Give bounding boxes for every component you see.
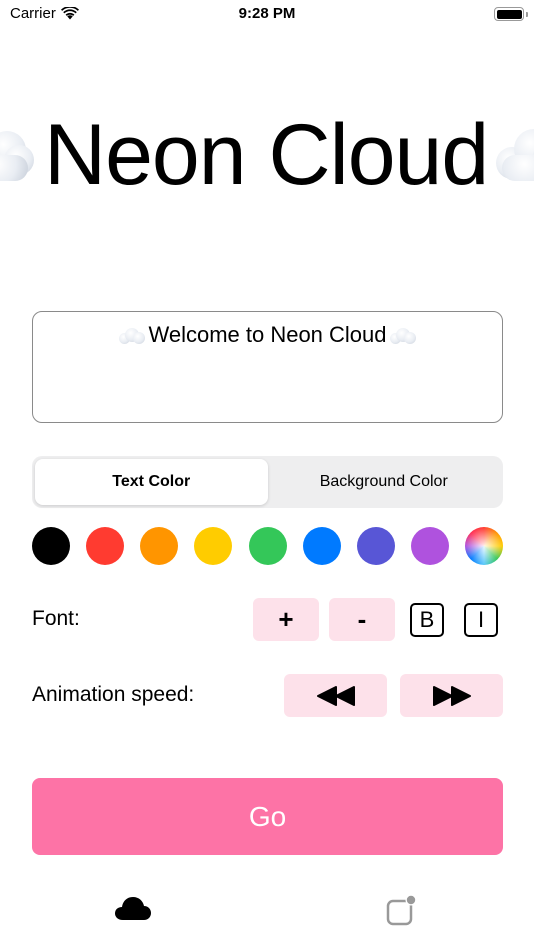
status-time: 9:28 PM (238, 5, 296, 22)
font-label: Font: (32, 607, 80, 630)
marquee-preview: Neon Cloud (0, 105, 534, 205)
italic-icon: I (477, 607, 485, 632)
minus-icon: - (357, 604, 367, 634)
marquee-text: Neon Cloud (44, 107, 489, 203)
segment-background-color[interactable]: Background Color (268, 459, 501, 505)
italic-button[interactable]: I (464, 603, 498, 637)
swatch-indigo[interactable] (356, 527, 395, 565)
go-button-label: Go (248, 800, 287, 832)
tab-app[interactable] (386, 894, 418, 931)
battery-full-icon (494, 7, 524, 21)
font-decrease-button[interactable]: - (329, 598, 395, 641)
swatch-orange[interactable] (140, 527, 179, 565)
cloud-emoji-icon (0, 125, 38, 185)
tab-cloud[interactable] (114, 894, 152, 927)
message-input[interactable]: Welcome to Neon Cloud (32, 311, 503, 423)
plus-icon: + (278, 604, 294, 634)
swatch-blue[interactable] (302, 527, 341, 565)
go-button[interactable]: Go (32, 778, 503, 855)
cloud-emoji-icon (494, 125, 534, 185)
animation-speed-label: Animation speed: (32, 683, 195, 706)
battery-tip (526, 12, 528, 17)
message-input-value[interactable]: Welcome to Neon Cloud (148, 322, 386, 348)
speed-slower-button[interactable] (284, 674, 387, 717)
segment-text-color[interactable]: Text Color (35, 459, 268, 505)
cloud-fill-icon (115, 897, 151, 920)
font-increase-button[interactable]: + (253, 598, 319, 641)
color-target-segmented-control[interactable]: Text Color Background Color (32, 456, 503, 508)
color-wheel-picker[interactable] (465, 527, 503, 565)
cloud-emoji-icon (389, 328, 417, 344)
swatch-red[interactable] (86, 527, 125, 565)
app-badge-icon (386, 894, 417, 926)
tab-bar (0, 880, 534, 950)
swatch-purple[interactable] (410, 527, 449, 565)
bold-button[interactable]: B (410, 603, 444, 637)
cloud-emoji-icon (118, 328, 146, 344)
swatch-yellow[interactable] (194, 527, 233, 565)
swatch-black[interactable] (32, 527, 70, 565)
status-bar: Carrier 9:28 PM (0, 0, 534, 30)
color-swatches (32, 527, 503, 565)
swatch-green[interactable] (248, 527, 287, 565)
bold-icon: B (419, 607, 435, 632)
fast-forward-icon (432, 685, 471, 706)
speed-faster-button[interactable] (400, 674, 503, 717)
rewind-icon (316, 685, 355, 706)
